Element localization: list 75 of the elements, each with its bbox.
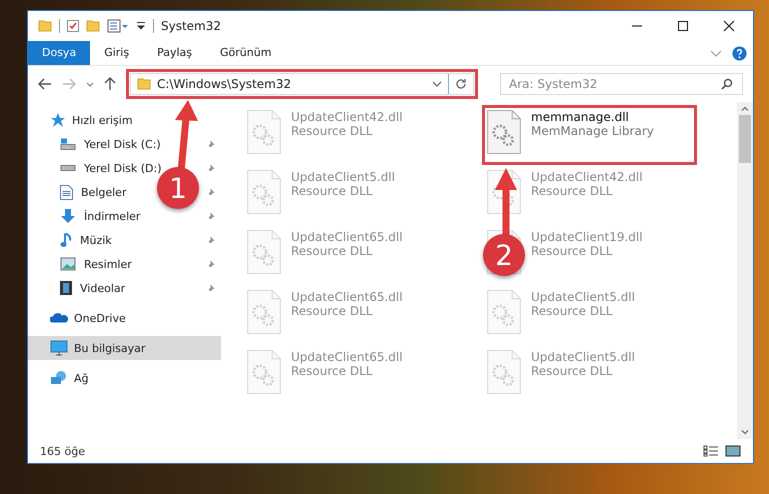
refresh-icon[interactable] — [455, 78, 467, 90]
file-description: Resource DLL — [531, 184, 614, 198]
sidebar-item[interactable]: Hızlı erişim — [28, 108, 221, 132]
vertical-scrollbar[interactable] — [737, 102, 753, 439]
gear-file-icon — [487, 110, 521, 154]
gear-file-icon — [247, 110, 281, 154]
document-icon — [60, 184, 73, 200]
chevron-down-icon[interactable] — [86, 82, 94, 86]
file-description: Resource DLL — [291, 184, 374, 198]
ribbon-tab[interactable]: Paylaş — [143, 41, 206, 65]
file-description: Resource DLL — [291, 244, 374, 258]
large-icons-view-icon[interactable] — [725, 445, 741, 457]
search-icon — [721, 78, 733, 90]
pin-icon[interactable] — [206, 236, 215, 244]
minimize-icon[interactable] — [631, 25, 643, 27]
scrollbar-thumb[interactable] — [739, 115, 751, 163]
item-count: 165 öğe — [40, 444, 85, 458]
file-description: Resource DLL — [531, 364, 614, 378]
properties-icon[interactable] — [107, 19, 129, 33]
details-view-icon[interactable] — [703, 445, 719, 457]
folder-icon — [137, 78, 151, 90]
pin-icon[interactable] — [206, 260, 215, 268]
pin-icon[interactable] — [206, 212, 215, 220]
pin-icon[interactable] — [206, 164, 215, 172]
scroll-up-icon[interactable] — [741, 106, 749, 111]
file-description: Resource DLL — [291, 364, 374, 378]
film-icon — [60, 281, 72, 295]
file-name[interactable]: memmanage.dll — [531, 110, 654, 124]
file-description: Resource DLL — [291, 304, 374, 318]
file-description: Resource DLL — [531, 244, 614, 258]
sidebar-item[interactable]: Belgeler — [60, 184, 126, 200]
sidebar-item[interactable]: Yerel Disk (C:) — [60, 138, 161, 150]
file-description: Resource DLL — [291, 124, 374, 138]
sidebar-item[interactable]: Müzik — [60, 232, 112, 248]
scroll-down-icon[interactable] — [741, 430, 749, 435]
gear-file-icon — [247, 230, 281, 274]
file-description: Resource DLL — [531, 304, 614, 318]
monitor-icon — [50, 340, 68, 356]
picture-icon — [60, 257, 76, 271]
gear-file-icon — [247, 350, 281, 394]
pin-icon[interactable] — [206, 188, 215, 196]
search-field[interactable]: Ara: System32 — [500, 73, 743, 95]
pin-icon[interactable] — [206, 140, 215, 148]
drive-icon — [60, 138, 76, 150]
sidebar-item[interactable]: İndirmeler — [60, 208, 140, 224]
down-arrow-icon — [60, 208, 76, 224]
ribbon-tab[interactable]: Dosya — [28, 41, 90, 65]
up-arrow-icon[interactable] — [104, 77, 116, 91]
sidebar-item[interactable]: Videolar — [60, 281, 126, 295]
gear-file-icon — [247, 170, 281, 214]
ribbon-tab[interactable]: Görünüm — [206, 41, 286, 65]
drive-icon — [60, 165, 76, 171]
maximize-icon[interactable] — [677, 20, 689, 32]
file-description: MemManage Library — [531, 124, 654, 138]
ribbon-tab[interactable]: Giriş — [90, 41, 144, 65]
back-arrow-icon[interactable] — [38, 78, 52, 90]
sidebar-item[interactable]: Resimler — [60, 257, 132, 271]
pin-icon[interactable] — [206, 284, 215, 292]
cloud-icon — [50, 313, 68, 323]
gear-file-icon — [247, 290, 281, 334]
sidebar-item[interactable]: Ağ — [28, 366, 221, 390]
gear-file-icon — [487, 350, 521, 394]
sidebar-item[interactable]: OneDrive — [28, 306, 221, 330]
star-icon — [50, 112, 66, 128]
chevron-down-icon[interactable] — [432, 81, 442, 87]
gear-file-icon — [487, 290, 521, 334]
close-icon[interactable] — [723, 20, 735, 32]
sidebar-item[interactable]: Bu bilgisayar — [28, 336, 221, 360]
help-icon[interactable] — [732, 46, 747, 60]
window-title: System32 — [161, 19, 222, 33]
network-icon — [50, 371, 68, 385]
customize-dropdown-icon[interactable] — [136, 22, 146, 30]
checklist-icon[interactable] — [67, 20, 79, 32]
highlighted-file-item[interactable]: memmanage.dll MemManage Library — [485, 108, 694, 162]
music-note-icon — [60, 232, 72, 248]
